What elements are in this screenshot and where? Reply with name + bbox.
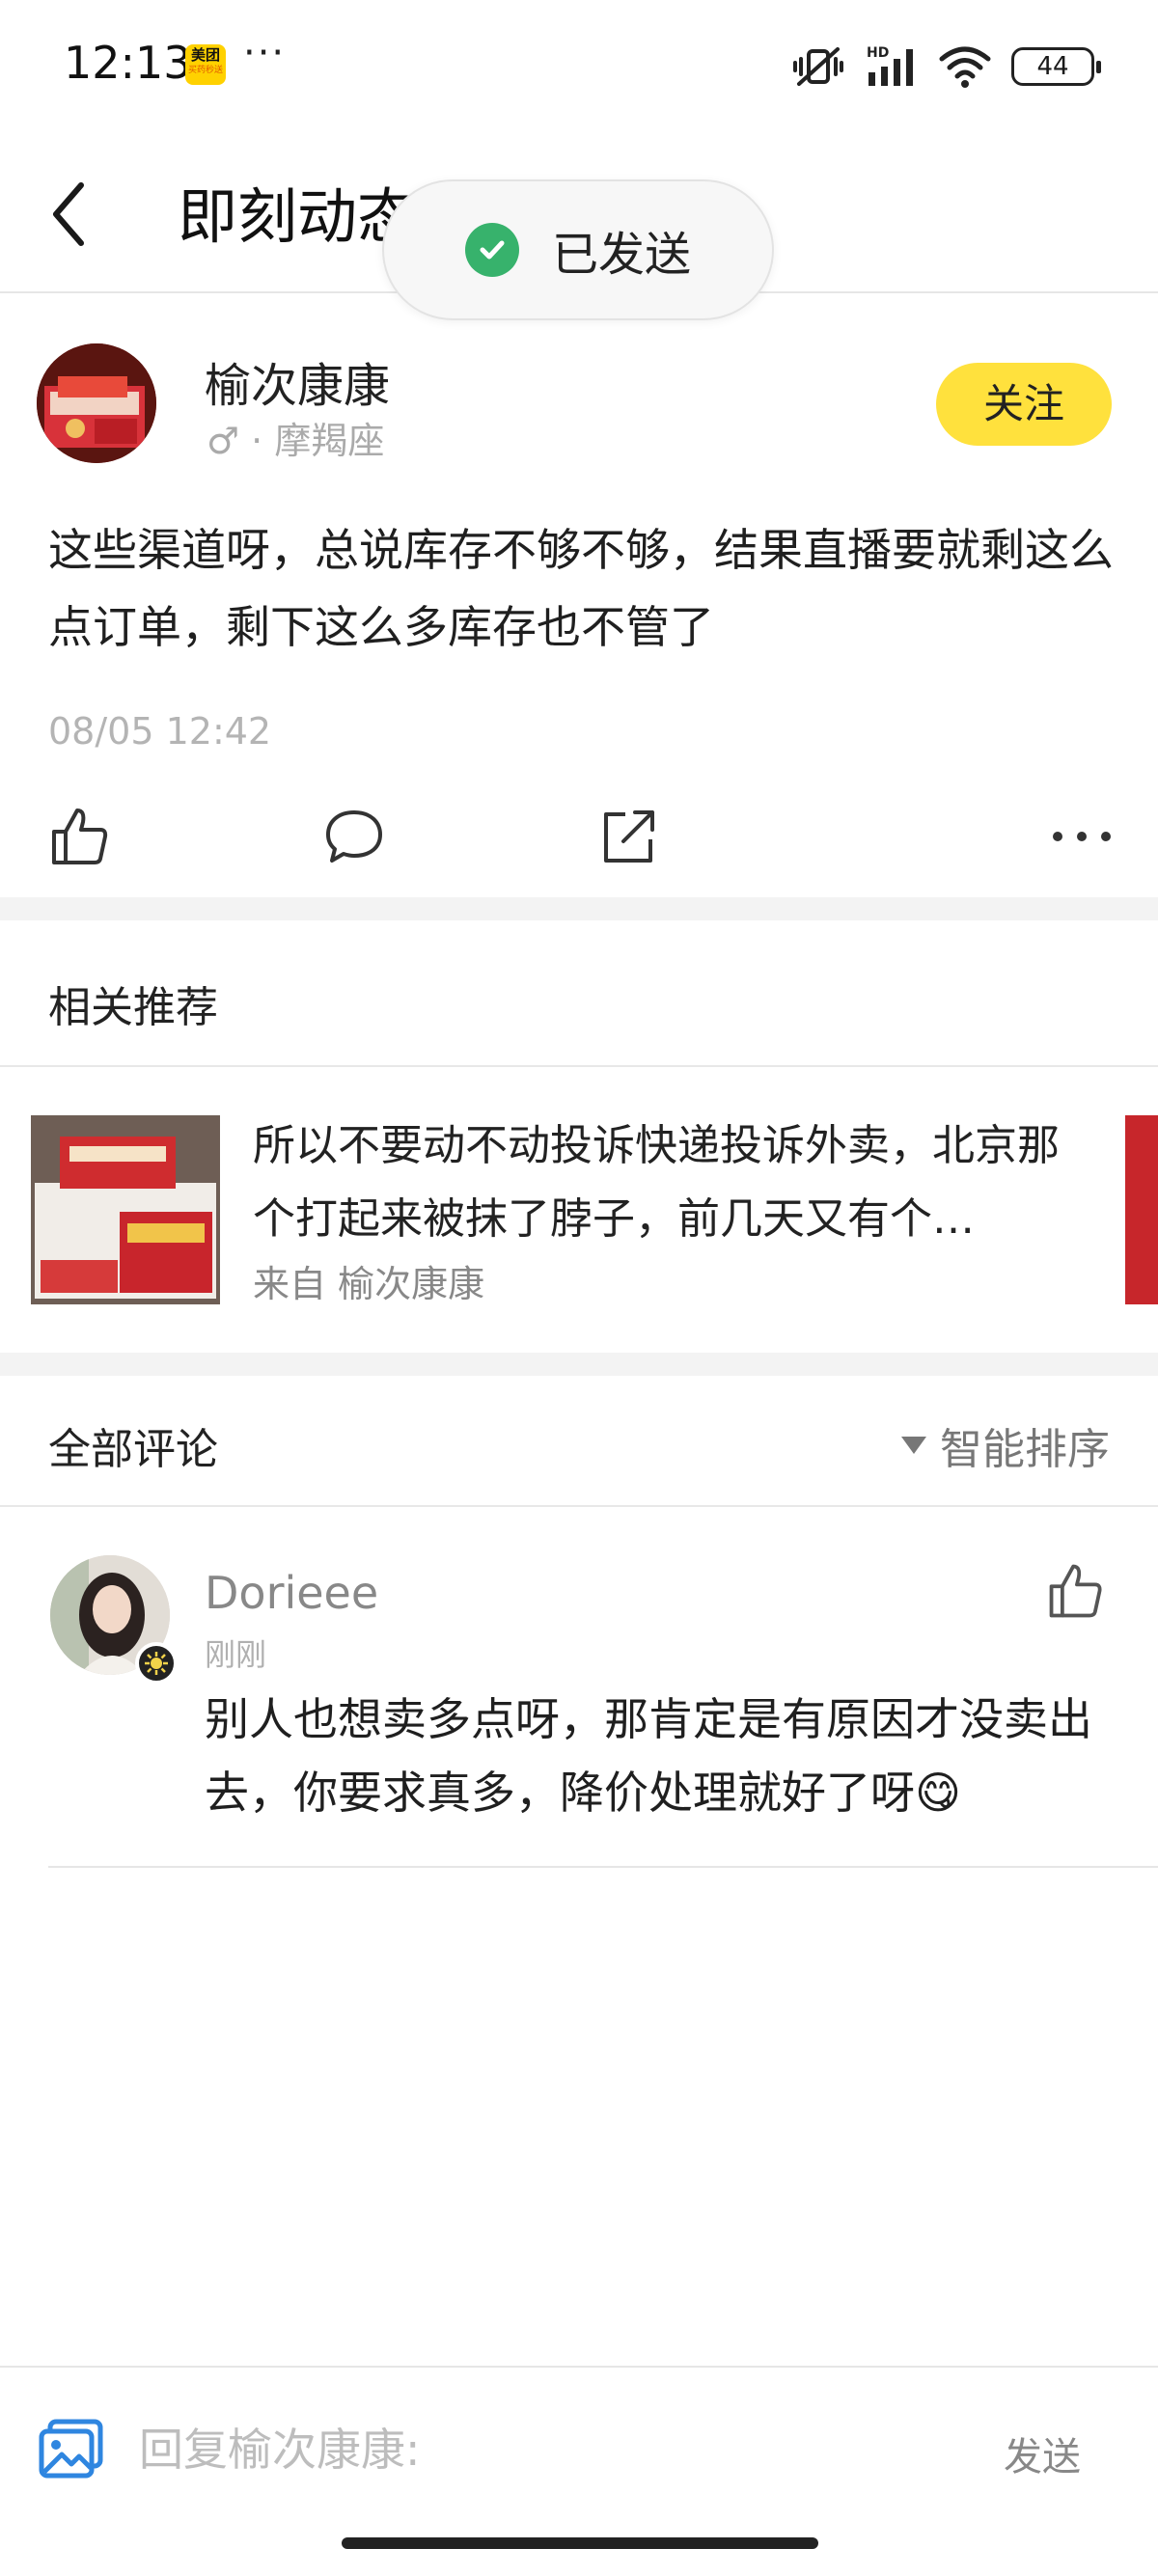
post-author-row: 榆次康康 ♂ · 摩羯座 关注 [0,328,1158,482]
related-section-title: 相关推荐 [48,983,218,1032]
comment-like-button[interactable] [1044,1559,1108,1623]
sort-dropdown[interactable]: 智能排序 [901,1414,1110,1476]
wifi-icon [939,46,991,88]
status-more-icon: ··· [243,31,287,75]
signal-icon: HD [867,45,913,86]
caret-down-icon [901,1437,926,1454]
follow-button[interactable]: 关注 [936,363,1112,446]
commenter-name[interactable]: Dorieee [205,1567,378,1619]
thumbs-up-icon [1049,1564,1102,1618]
comment-divider [48,1866,1158,1868]
like-button[interactable] [46,803,114,870]
male-icon: ♂ [207,420,240,462]
author-avatar[interactable] [37,343,156,463]
divider-line [0,1505,1158,1507]
send-button[interactable]: 发送 [1004,2425,1081,2481]
app-badge-top: 美团 [190,46,220,64]
page-title: 即刻动态 [178,181,418,252]
comments-section-title: 全部评论 [48,1425,218,1474]
related-item-title[interactable]: 所以不要动不动投诉快递投诉外卖，北京那个打起来被抹了脖子，前几天又有个… [253,1110,1063,1256]
share-icon [604,810,654,863]
divider-line [0,1065,1158,1067]
meituan-app-icon: 美团 买药秒送 [185,44,226,85]
user-badge-icon [135,1642,178,1685]
toast-text: 已发送 [551,228,691,282]
reply-input[interactable] [139,2418,950,2481]
comment-text: 别人也想卖多点呀，那肯定是有原因才没卖出去，你要求真多，降价处理就好了呀😋 [205,1693,1092,1819]
sort-label: 智能排序 [940,1425,1110,1474]
comment-time: 刚刚 [205,1636,267,1673]
post-content: 这些渠道呀，总说库存不够不够，结果直播要就剩这么点订单，剩下这么多库存也不管了 [48,524,1114,653]
related-item-text: 所以不要动不动投诉快递投诉外卖，北京那个打起来被抹了脖子，前几天又有个… [253,1121,1060,1244]
related-item-source: 来自 榆次康康 [253,1263,485,1305]
post-action-bar [0,791,1158,878]
more-horizontal-icon [1053,832,1111,841]
check-circle-icon [464,223,519,277]
author-meta: ♂ · 摩羯座 [207,411,384,464]
chevron-left-icon [53,182,84,246]
comment-button[interactable] [320,803,388,870]
thumbs-up-icon [52,808,108,864]
image-icon [39,2419,103,2479]
author-name[interactable]: 榆次康康 [205,347,390,415]
share-button[interactable] [594,803,662,870]
image-picker-button[interactable] [37,2418,106,2481]
more-button[interactable] [1048,803,1116,870]
svg-text:HD: HD [867,45,889,61]
app-badge-bottom: 买药秒送 [187,66,223,75]
section-divider [0,1353,1158,1376]
post-timestamp: 08/05 12:42 [48,710,272,753]
status-bar: 12:13 美团 买药秒送 ··· HD 44 [0,0,1158,135]
section-divider [0,897,1158,920]
sent-toast: 已发送 [382,179,774,320]
status-time: 12:13 [64,37,192,89]
comment-icon [326,810,382,863]
home-indicator[interactable] [342,2537,818,2549]
back-button[interactable] [42,164,100,260]
status-icons: HD 44 [791,42,1101,91]
related-item-thumbnail-next[interactable] [1125,1115,1158,1304]
battery-icon: 44 [1011,47,1101,86]
mute-vibrate-icon [793,47,843,86]
related-item-thumbnail[interactable] [31,1115,220,1304]
author-zodiac: · 摩羯座 [251,420,385,462]
